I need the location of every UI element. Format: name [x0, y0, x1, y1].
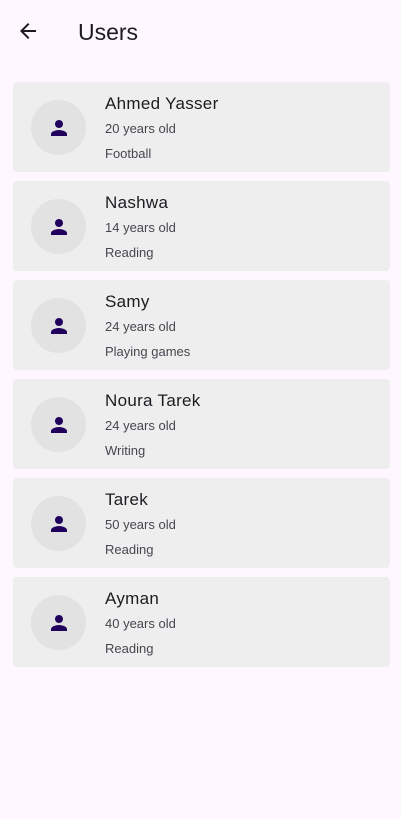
user-hobby: Reading [105, 542, 154, 557]
avatar [31, 496, 86, 551]
person-icon [50, 218, 67, 235]
user-name: Tarek [105, 490, 149, 509]
person-icon [50, 416, 67, 433]
person-icon [50, 317, 67, 334]
user-age: 20 years old [105, 121, 176, 136]
avatar [31, 100, 86, 155]
user-card[interactable]: Noura Tarek 24 years old Writing [13, 379, 390, 469]
user-hobby: Writing [105, 443, 146, 458]
user-age: 40 years old [105, 616, 176, 631]
person-icon [50, 119, 67, 136]
user-list: Ahmed Yasser 20 years old Football Nashw… [13, 82, 390, 676]
user-card[interactable]: Nashwa 14 years old Reading [13, 181, 390, 271]
arrow-back-icon [20, 23, 36, 39]
person-icon [50, 614, 67, 631]
user-card[interactable]: Ahmed Yasser 20 years old Football [13, 82, 390, 172]
avatar [31, 298, 86, 353]
user-hobby: Reading [105, 641, 154, 656]
user-name: Samy [105, 292, 150, 311]
user-name: Nashwa [105, 193, 169, 212]
person-icon [50, 515, 67, 532]
user-card[interactable]: Ayman 40 years old Reading [13, 577, 390, 667]
user-name: Ahmed Yasser [105, 94, 219, 113]
user-age: 24 years old [105, 418, 176, 433]
user-hobby: Playing games [105, 344, 191, 359]
app-bar: Users [0, 0, 401, 64]
user-age: 50 years old [105, 517, 176, 532]
user-card[interactable]: Tarek 50 years old Reading [13, 478, 390, 568]
user-age: 24 years old [105, 319, 176, 334]
avatar [31, 397, 86, 452]
page-title: Users [78, 19, 139, 45]
avatar [31, 199, 86, 254]
user-name: Noura Tarek [105, 391, 201, 410]
user-age: 14 years old [105, 220, 176, 235]
user-card[interactable]: Samy 24 years old Playing games [13, 280, 390, 370]
user-hobby: Football [105, 146, 152, 161]
back-button[interactable] [12, 15, 44, 47]
user-name: Ayman [105, 589, 160, 608]
avatar [31, 595, 86, 650]
user-hobby: Reading [105, 245, 154, 260]
